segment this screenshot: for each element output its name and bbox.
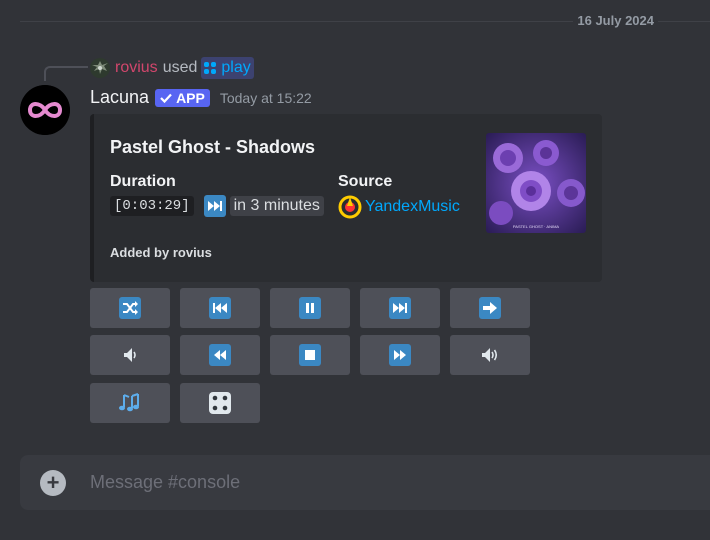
random-button[interactable] — [180, 383, 260, 423]
reply-context[interactable]: rovius used play — [90, 57, 254, 79]
bot-avatar[interactable] — [20, 85, 70, 135]
music-notes-icon — [119, 393, 139, 412]
stop-icon — [299, 344, 321, 366]
yandex-music-logo-icon — [338, 195, 362, 219]
app-badge: APP — [155, 88, 210, 107]
source-field-name: Source — [338, 173, 393, 190]
message-composer[interactable]: + Message #console — [20, 455, 710, 510]
volume-down-button[interactable] — [90, 335, 170, 375]
command-mention[interactable]: play — [201, 57, 254, 79]
slash-command-icon — [204, 62, 217, 74]
user-avatar-icon[interactable] — [90, 58, 110, 78]
command-name: play — [221, 59, 251, 76]
date-label: 16 July 2024 — [573, 13, 658, 28]
track-embed: Pastel Ghost - Shadows Duration [0:03:29… — [90, 114, 602, 282]
reply-used-text: used — [162, 59, 198, 76]
shuffle-icon — [119, 297, 141, 319]
album-cover-caption: PASTEL GHOST · ANIMA — [513, 224, 559, 229]
music-button[interactable] — [90, 383, 170, 423]
previous-track-button[interactable] — [180, 288, 260, 328]
duration-field-name: Duration — [110, 173, 176, 190]
pause-icon — [299, 297, 321, 319]
fast-forward-button[interactable] — [360, 335, 440, 375]
volume-low-icon — [124, 348, 136, 362]
album-cover[interactable]: PASTEL GHOST · ANIMA — [486, 133, 586, 233]
next-track-button[interactable] — [360, 288, 440, 328]
reply-connector — [44, 66, 88, 81]
stop-button[interactable] — [270, 335, 350, 375]
reply-username[interactable]: rovius — [115, 59, 158, 77]
pause-button[interactable] — [270, 288, 350, 328]
next-track-emoji-icon — [203, 195, 226, 217]
fast-forward-icon — [389, 344, 411, 366]
roses-artwork-icon: PASTEL GHOST · ANIMA — [486, 133, 586, 233]
verified-check-icon — [160, 93, 172, 103]
next-track-icon — [389, 297, 411, 319]
skip-forward-button[interactable] — [450, 288, 530, 328]
volume-up-button[interactable] — [450, 335, 530, 375]
add-attachment-icon[interactable]: + — [40, 470, 66, 496]
app-badge-label: APP — [176, 89, 205, 106]
message-input[interactable]: Message #console — [90, 472, 240, 493]
volume-high-icon — [482, 348, 498, 362]
source-field-value: YandexMusic — [338, 195, 460, 219]
author-name[interactable]: Lacuna — [90, 87, 149, 108]
duration-code: [0:03:29] — [110, 196, 194, 216]
embed-footer: Added by rovius — [110, 245, 212, 260]
shuffle-button[interactable] — [90, 288, 170, 328]
right-arrow-icon — [479, 297, 501, 319]
rewind-icon — [209, 344, 231, 366]
rewind-button[interactable] — [180, 335, 260, 375]
message-timestamp[interactable]: Today at 15:22 — [220, 90, 312, 106]
message-header: Lacuna APP Today at 15:22 — [90, 87, 312, 108]
previous-track-icon — [209, 297, 231, 319]
dice-icon — [209, 392, 231, 414]
source-link[interactable]: YandexMusic — [365, 198, 460, 216]
embed-title: Pastel Ghost - Shadows — [110, 137, 316, 157]
duration-field-value: [0:03:29] in 3 minutes — [110, 195, 324, 217]
relative-time: in 3 minutes — [229, 196, 324, 216]
infinity-icon — [20, 85, 70, 135]
